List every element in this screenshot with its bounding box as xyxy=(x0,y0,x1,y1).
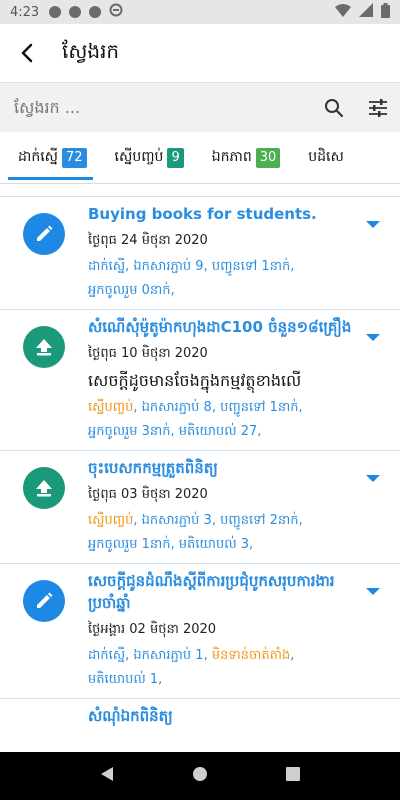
status-label: ដាក់ស្នើ xyxy=(88,259,126,274)
item-date: ថ្ងៃពុធ 10 មិថុនា 2020 xyxy=(88,346,208,361)
expand-arrow-icon[interactable] xyxy=(366,334,380,341)
tab-count-badge: 9 xyxy=(167,147,184,168)
search-bar xyxy=(0,82,400,132)
tab-count-badge: 72 xyxy=(62,147,87,168)
recents-nav-button[interactable] xyxy=(285,766,301,786)
triangle-back-icon xyxy=(100,767,113,781)
tab-submitted[interactable]: ដាក់ស្នើ 72 xyxy=(0,132,97,183)
notification-dot-icon xyxy=(89,6,102,18)
tab-request-close[interactable]: ស្នើបញ្ចប់ 9 xyxy=(97,132,194,183)
upload-icon xyxy=(23,326,65,368)
search-icon xyxy=(325,98,344,117)
back-arrow-icon xyxy=(21,43,33,63)
tab-label: បដិសេ xyxy=(308,149,344,165)
tab-count-badge: 30 xyxy=(255,147,281,168)
wifi-icon xyxy=(335,3,351,21)
document-list: Buying books for students. ថ្ងៃពុធ 24 មិ… xyxy=(0,196,400,752)
item-meta: ដាក់ស្នើ, ឯកសារភ្ជាប់ 1, មិនទាន់ចាត់តាំង… xyxy=(88,648,295,687)
pencil-icon xyxy=(23,580,65,622)
system-nav-bar xyxy=(0,752,400,800)
list-item[interactable]: សំណើសុំម៉ូតូម៉ាកហុងដាC100 ចំនួន១៨គ្រឿង ថ… xyxy=(0,309,400,450)
back-nav-button[interactable] xyxy=(99,766,115,786)
meta-details: , ឯកសារភ្ជាប់ 9, បញ្ជូនទៅ 1នាក់, xyxy=(125,259,295,274)
search-input[interactable] xyxy=(0,98,312,117)
notification-dot-icon xyxy=(69,6,82,18)
battery-icon xyxy=(381,2,390,22)
meta-details: , ឯកសារភ្ជាប់ 3, បញ្ជូនទៅ 2នាក់, xyxy=(133,513,303,528)
tab-label: ឯកភាព xyxy=(211,149,252,165)
back-button[interactable] xyxy=(0,24,56,82)
status-label: ដាក់ស្នើ xyxy=(88,648,126,663)
list-item[interactable]: សំណុំឯកពិនិត្យ xyxy=(0,698,400,733)
status-bar: 4:23 xyxy=(0,0,400,24)
item-title: សំណុំឯកពិនិត្យ xyxy=(88,707,173,725)
tab-bar: ដាក់ស្នើ 72 ស្នើបញ្ចប់ 9 ឯកភាព 30 បដិសេ xyxy=(0,132,400,184)
item-title: ចុះបេសកកម្មត្រួតពិនិត្យ xyxy=(88,459,218,477)
app-bar: ស្វែងរក xyxy=(0,24,400,82)
search-button[interactable] xyxy=(312,83,356,133)
page-title: ស្វែងរក xyxy=(62,39,120,63)
filter-button[interactable] xyxy=(356,83,400,133)
tab-label: ស្នើបញ្ចប់ xyxy=(114,149,164,165)
pencil-icon xyxy=(23,213,65,255)
item-date: ថ្ងៃអង្គារ 02 មិថុនា 2020 xyxy=(88,622,217,637)
notification-dot-icon xyxy=(49,6,62,18)
signal-icon xyxy=(359,3,373,21)
tune-icon xyxy=(369,98,387,117)
item-title: សេចក្ដីជូនដំណឹងស្ដីពីការប្រជុំបូកសរុបការ… xyxy=(88,572,335,612)
meta-participants: អ្នកចូលរួម 1នាក់, មតិយោបល់ 3, xyxy=(88,537,254,552)
item-note: សេចក្ដីដូចមានចែងក្នុងកម្មវត្ថុខាងលើ xyxy=(88,371,302,390)
meta-details: , ឯកសារភ្ជាប់ 8, បញ្ជូនទៅ 1នាក់, xyxy=(133,400,303,415)
tab-rejected[interactable]: បដិសេ xyxy=(290,132,354,183)
item-title: សំណើសុំម៉ូតូម៉ាកហុងដាC100 ចំនួន១៨គ្រឿង xyxy=(88,318,352,336)
home-circle-icon xyxy=(192,767,207,781)
unassigned-label: មិនទាន់ចាត់តាំង xyxy=(211,648,291,663)
status-time: 4:23 xyxy=(10,4,40,20)
upload-icon xyxy=(23,467,65,509)
expand-arrow-icon[interactable] xyxy=(366,221,380,228)
expand-arrow-icon[interactable] xyxy=(366,475,380,482)
list-item[interactable]: សេចក្ដីជូនដំណឹងស្ដីពីការប្រជុំបូកសរុបការ… xyxy=(0,563,400,698)
meta-details: , ឯកសារភ្ជាប់ 1, xyxy=(125,648,212,663)
tab-approved[interactable]: ឯកភាព 30 xyxy=(194,132,291,183)
item-meta: ស្នើបញ្ចប់, ឯកសារភ្ជាប់ 3, បញ្ជូនទៅ 2នាក… xyxy=(88,509,360,557)
item-title: Buying books for students. xyxy=(88,205,317,223)
home-nav-button[interactable] xyxy=(192,766,208,786)
item-date: ថ្ងៃពុធ 24 មិថុនា 2020 xyxy=(88,233,208,248)
status-label: ស្នើបញ្ចប់ xyxy=(88,400,134,415)
tab-label: ដាក់ស្នើ xyxy=(18,149,58,165)
data-saver-icon xyxy=(109,3,123,21)
list-item[interactable]: Buying books for students. ថ្ងៃពុធ 24 មិ… xyxy=(0,196,400,309)
meta-comments: មតិយោបល់ 1, xyxy=(88,672,163,687)
list-item[interactable]: ចុះបេសកកម្មត្រួតពិនិត្យ ថ្ងៃពុធ 03 មិថុន… xyxy=(0,450,400,563)
meta-participants: អ្នកចូលរួម 0នាក់, xyxy=(88,283,175,298)
expand-arrow-icon[interactable] xyxy=(366,588,380,595)
item-meta: ដាក់ស្នើ, ឯកសារភ្ជាប់ 9, បញ្ជូនទៅ 1នាក់,… xyxy=(88,255,360,303)
recents-square-icon xyxy=(286,767,301,781)
item-meta: ស្នើបញ្ចប់, ឯកសារភ្ជាប់ 8, បញ្ជូនទៅ 1នាក… xyxy=(88,396,360,444)
item-date: ថ្ងៃពុធ 03 មិថុនា 2020 xyxy=(88,487,208,502)
status-label: ស្នើបញ្ចប់ xyxy=(88,513,134,528)
meta-participants: អ្នកចូលរួម 3នាក់, មតិយោបល់ 27, xyxy=(88,424,262,439)
